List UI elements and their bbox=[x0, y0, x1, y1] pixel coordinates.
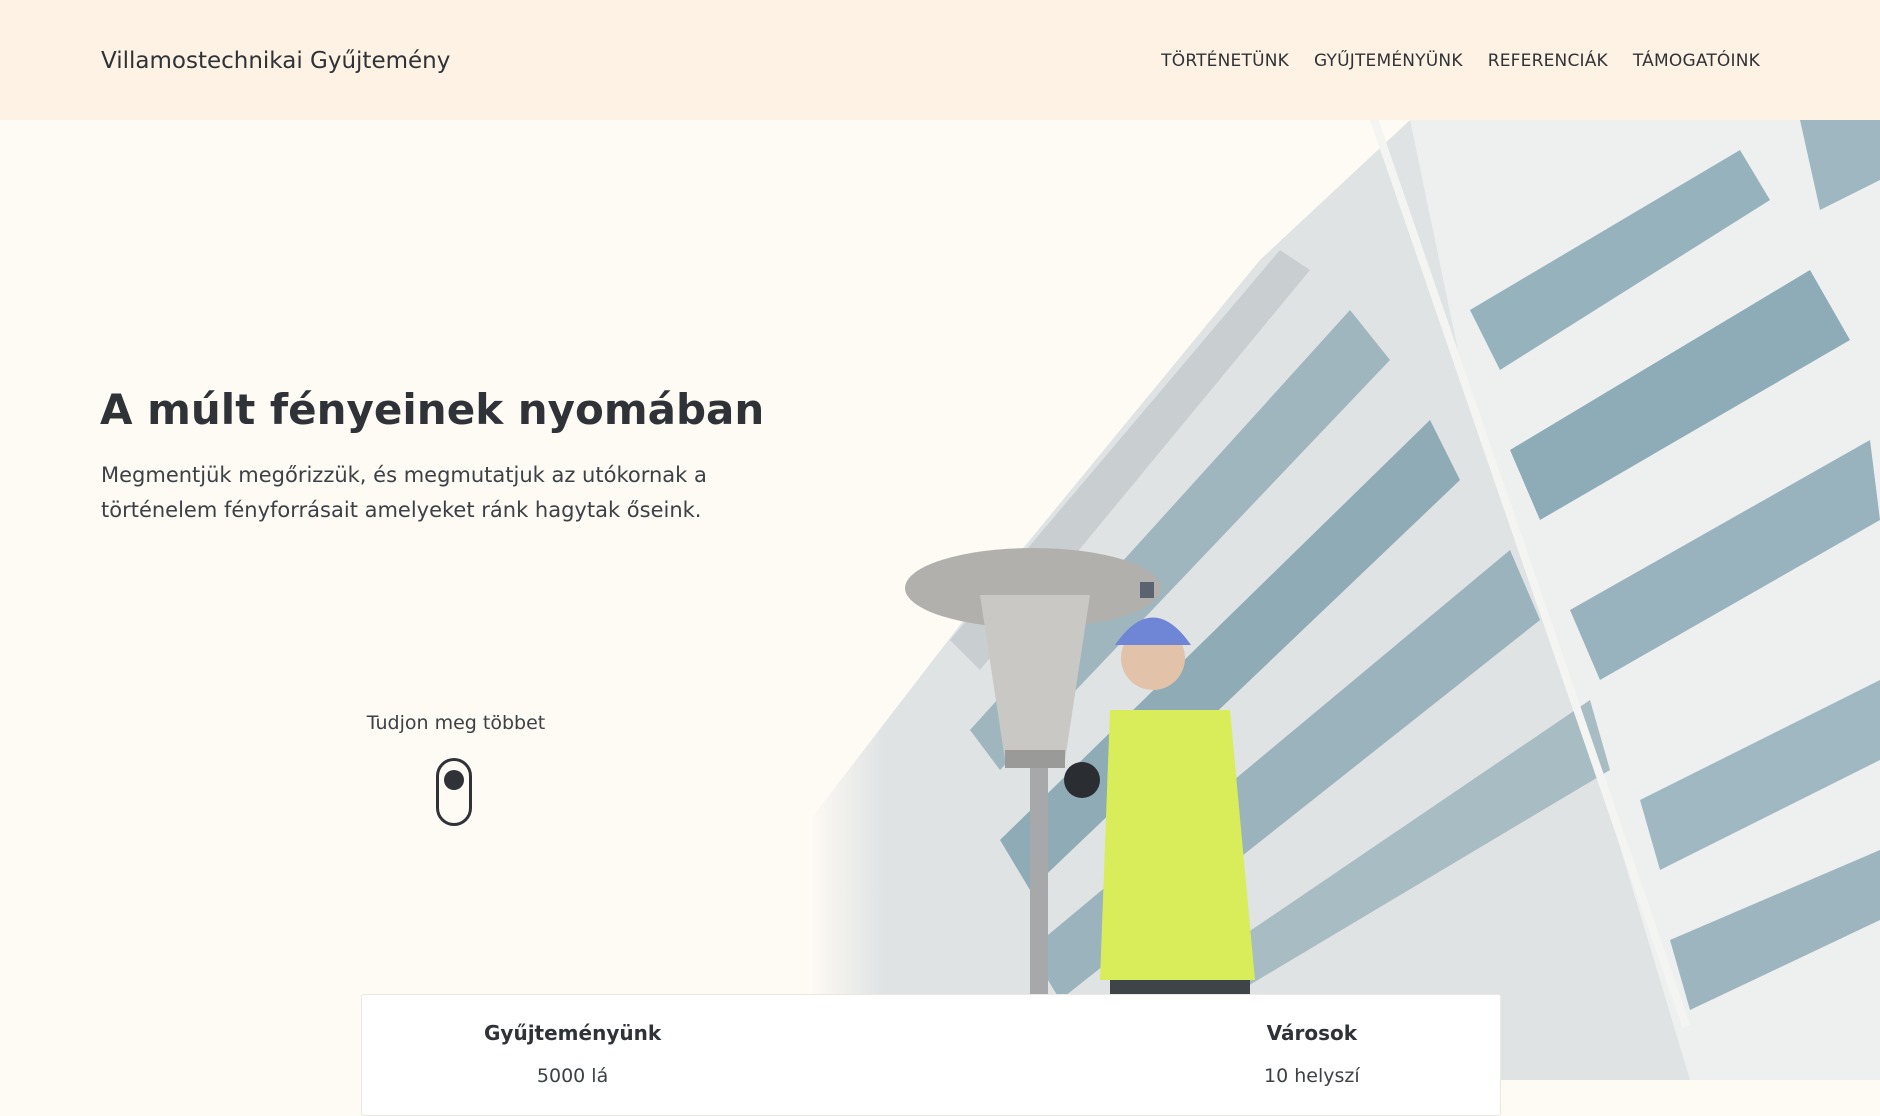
scroll-mouse-icon[interactable] bbox=[436, 758, 472, 826]
stat-cities: Városok 10 helyszí bbox=[1264, 1021, 1360, 1087]
learn-more-link[interactable]: Tudjon meg többet bbox=[346, 712, 566, 734]
main-nav: TÖRTÉNETÜNK GYŰJTEMÉNYÜNK REFERENCIÁK TÁ… bbox=[1161, 51, 1760, 71]
scroll-dot bbox=[444, 770, 464, 790]
hero-title: A múlt fényeinek nyomában bbox=[100, 385, 765, 434]
stat-title: Gyűjteményünk bbox=[484, 1021, 662, 1045]
hero-image bbox=[810, 120, 1880, 1080]
stats-card: Gyűjteményünk 5000 lá Városok 10 helyszí bbox=[361, 994, 1501, 1116]
brand-link[interactable]: Villamostechnikai Gyűjtemény bbox=[101, 48, 450, 74]
stat-value: 10 helyszí bbox=[1264, 1065, 1360, 1087]
nav-link-referenciak[interactable]: REFERENCIÁK bbox=[1488, 51, 1608, 71]
nav-link-gyujtemenyunk[interactable]: GYŰJTEMÉNYÜNK bbox=[1314, 51, 1463, 71]
nav-link-tortenetunk[interactable]: TÖRTÉNETÜNK bbox=[1161, 51, 1289, 71]
stat-value: 5000 lá bbox=[536, 1065, 609, 1087]
stat-collection: Gyűjteményünk 5000 lá bbox=[484, 1021, 661, 1087]
hero-subtitle: Megmentjük megőrizzük, és megmutatjuk az… bbox=[101, 463, 707, 522]
navbar: Villamostechnikai Gyűjtemény TÖRTÉNETÜNK… bbox=[0, 0, 1880, 120]
stat-title: Városok bbox=[1266, 1021, 1358, 1045]
nav-link-tamogatoink[interactable]: TÁMOGATÓINK bbox=[1633, 51, 1760, 71]
